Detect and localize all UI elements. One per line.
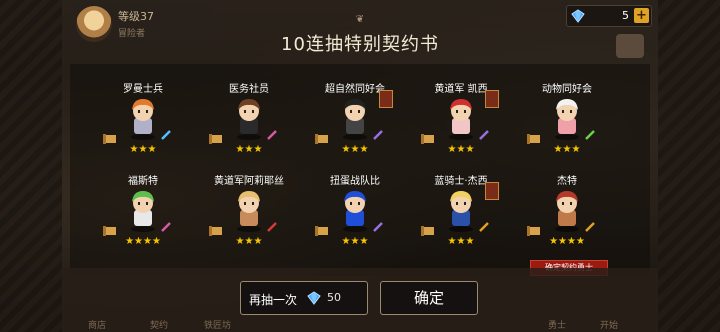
star-rating: ★★★: [447, 144, 475, 155]
weapon-type-icon: [161, 130, 171, 140]
guild-banner-icon: [485, 90, 499, 108]
hero-card[interactable]: 扭蛋战队比 ★★★: [303, 172, 407, 272]
gem-counter: 5 +: [566, 5, 652, 27]
star-rating: ★★★★: [549, 236, 585, 247]
weapon-type-icon: [479, 222, 489, 232]
hero-name: 动物同好会: [542, 84, 592, 95]
hero-sprite-icon: [131, 99, 155, 140]
weapon-type-icon: [267, 130, 277, 140]
star-rating: ★★★: [235, 236, 263, 247]
bottom-nav-item[interactable]: 铁匠坊: [204, 318, 231, 331]
hero-card[interactable]: 杰特 ★★★★: [515, 172, 619, 272]
hero-card[interactable]: 动物同好会 ★★★: [515, 80, 619, 180]
hero-card[interactable]: 医务社员 ★★★: [197, 80, 301, 180]
hero-name: 杰特: [557, 176, 577, 187]
hero-card[interactable]: 黄道军阿莉耶丝 ★★★: [197, 172, 301, 272]
weapon-type-icon: [585, 222, 595, 232]
hero-name: 罗曼士兵: [123, 84, 163, 95]
hero-sprite-icon: [237, 99, 261, 140]
hero-sprite-icon: [555, 99, 579, 140]
add-gems-button[interactable]: +: [634, 8, 649, 23]
star-rating: ★★★: [235, 144, 263, 155]
hero-card[interactable]: 超自然同好会 ★★★: [303, 80, 407, 180]
hero-sprite-icon: [237, 191, 261, 232]
dialog-title: 10连抽特别契约书: [281, 34, 439, 55]
hero-name: 黄道军阿莉耶丝: [214, 176, 284, 187]
weapon-type-icon: [479, 130, 489, 140]
star-rating: ★★★: [447, 236, 475, 247]
weapon-type-icon: [373, 222, 383, 232]
weapon-type-icon: [161, 222, 171, 232]
hero-card[interactable]: 蓝骑士·杰西 ★★★: [409, 172, 513, 272]
hero-sprite-icon: [555, 191, 579, 232]
bottom-nav-item[interactable]: 开始: [600, 318, 618, 331]
weapon-type-icon: [373, 130, 383, 140]
gem-icon: [571, 9, 585, 23]
hero-sprite-icon: [343, 99, 367, 140]
redraw-button[interactable]: 再抽一次 50: [240, 281, 368, 315]
confirm-button[interactable]: 确定: [380, 281, 478, 315]
hero-card[interactable]: 黄道军 凯西 ★★★: [409, 80, 513, 180]
hero-sprite-icon: [343, 191, 367, 232]
guild-banner-icon: [485, 182, 499, 200]
hero-sprite-icon: [449, 191, 473, 232]
weapon-type-icon: [267, 222, 277, 232]
hero-name: 扭蛋战队比: [330, 176, 380, 187]
player-level: 等级37: [118, 10, 154, 23]
redraw-cost: 50: [327, 291, 341, 304]
gem-count: 5: [622, 9, 629, 22]
bottom-nav-item[interactable]: 商店: [88, 318, 106, 331]
hero-name: 医务社员: [229, 84, 269, 95]
hero-card[interactable]: 罗曼士兵 ★★★: [91, 80, 195, 180]
guild-banner-icon: [379, 90, 393, 108]
bottom-nav-item[interactable]: 契约: [150, 318, 168, 331]
star-rating: ★★★: [341, 144, 369, 155]
gem-icon: [307, 291, 321, 305]
star-rating: ★★★: [341, 236, 369, 247]
title-ornament-icon: ❦: [355, 14, 365, 25]
star-rating: ★★★: [129, 144, 157, 155]
star-rating: ★★★: [553, 144, 581, 155]
star-rating: ★★★★: [125, 236, 161, 247]
bottom-nav-item[interactable]: 勇士: [548, 318, 566, 331]
redraw-label: 再抽一次: [249, 293, 298, 307]
hero-name: 福斯特: [128, 176, 158, 187]
hero-card[interactable]: 福斯特 ★★★★: [91, 172, 195, 272]
hero-sprite-icon: [131, 191, 155, 232]
weapon-type-icon: [585, 130, 595, 140]
hero-sprite-icon: [449, 99, 473, 140]
